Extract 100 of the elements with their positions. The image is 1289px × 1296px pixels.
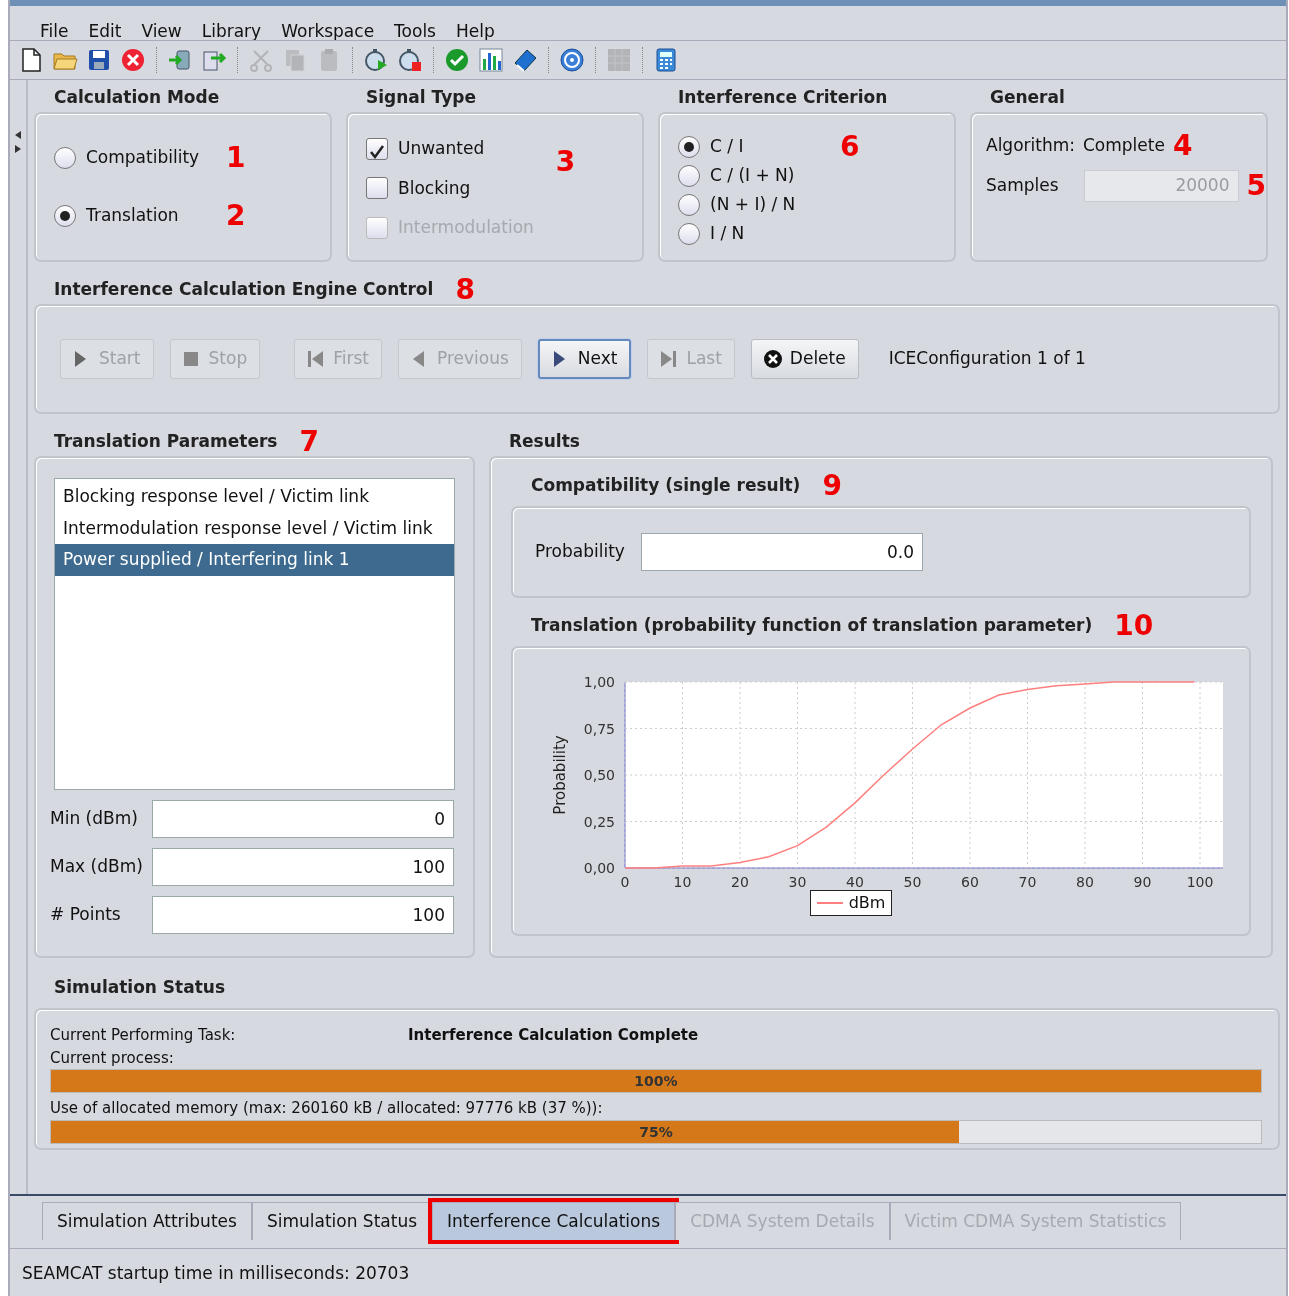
field-label: Max (dBm): [50, 855, 144, 879]
group-title: Signal Type: [366, 86, 476, 110]
engine-button[interactable]: Next: [537, 339, 632, 379]
skip-forward-icon: [660, 350, 679, 368]
option-label: Unwanted: [398, 137, 485, 160]
field-label: Min (dBm): [50, 807, 139, 831]
stopwatch-play-icon[interactable]: [363, 47, 389, 73]
axis-tick-label: 90: [1133, 874, 1152, 890]
axis-tick-label: 30: [788, 874, 807, 890]
stop-icon: [182, 350, 201, 368]
progress-text: 100%: [633, 1072, 679, 1091]
axis-tick-label: 80: [1076, 874, 1094, 890]
group-title: Translation (probability function of translation parameter): [531, 614, 1093, 638]
status-label: Current Performing Task:: [50, 1025, 237, 1046]
legend-line-icon: [816, 902, 843, 904]
close-icon[interactable]: [120, 47, 146, 73]
status-label: Current process:: [50, 1047, 175, 1069]
group-title: Results: [509, 430, 580, 454]
menu-item[interactable]: Workspace: [273, 20, 383, 40]
calculator-icon[interactable]: [653, 47, 679, 73]
status-value: Interference Calculation Complete: [408, 1025, 699, 1046]
axis-tick-label: 100: [1186, 874, 1214, 890]
option-label: Compatibility: [86, 146, 201, 170]
probability-field: 0.0: [641, 533, 923, 571]
field-label: Samples: [986, 174, 1060, 197]
checkbox[interactable]: [366, 177, 388, 200]
field-label: Algorithm:: [986, 134, 1075, 158]
algorithm-value: Complete: [1083, 134, 1165, 158]
radio-button[interactable]: [678, 165, 700, 187]
input-field[interactable]: 100: [152, 896, 454, 934]
progress-text: 75%: [638, 1122, 674, 1142]
group-title: Interference Criterion: [678, 86, 888, 110]
annotation-number: 2: [226, 202, 246, 230]
list-item[interactable]: Blocking response level / Victim link: [55, 481, 454, 513]
annotation-number: 4: [1172, 132, 1193, 160]
list-item[interactable]: Intermodulation response level / Victim link: [55, 512, 454, 544]
axis-tick-label: 0,50: [583, 767, 615, 783]
axis-tick-label: 60: [961, 874, 979, 890]
menu-item[interactable]: Library: [193, 20, 270, 40]
option-label: C / I: [710, 135, 745, 159]
axis-tick-label: 0,25: [583, 813, 615, 830]
menu-item[interactable]: Edit: [80, 20, 130, 40]
status-label: Use of allocated memory (max: 260160 kB / allocated: 97776 kB (37 %)):: [50, 1098, 604, 1119]
checkmark-icon[interactable]: [444, 47, 470, 73]
axis-tick-label: 70: [1018, 874, 1037, 890]
field-label: # Points: [50, 903, 122, 927]
help-icon[interactable]: [559, 47, 585, 73]
axis-title: Probability: [551, 735, 569, 815]
skip-back-icon: [307, 350, 326, 368]
tab[interactable]: Simulation Attributes: [42, 1202, 252, 1240]
annotation-number: 1: [226, 144, 246, 172]
axis-tick-label: 50: [903, 874, 922, 890]
annotation-number: 6: [840, 133, 860, 161]
checkbox[interactable]: [366, 137, 388, 160]
group-title: Interference Calculation Engine Control: [54, 278, 434, 302]
bar-chart-icon[interactable]: [478, 47, 504, 73]
annotation-number: 7: [299, 428, 319, 456]
option-label: Translation: [86, 204, 180, 228]
radio-button[interactable]: [678, 223, 700, 245]
collapse-left-icon[interactable]: [14, 130, 22, 140]
field-label: Probability: [535, 540, 626, 564]
axis-tick-label: 0,00: [583, 860, 615, 876]
save-icon[interactable]: [86, 47, 112, 73]
option-label: Blocking: [398, 176, 471, 200]
radio-button[interactable]: [54, 147, 76, 169]
menu-item[interactable]: Tools: [386, 20, 444, 40]
axis-tick-label: 20: [731, 874, 749, 890]
stopwatch-stop-icon[interactable]: [397, 47, 423, 73]
annotation-number: 9: [822, 472, 842, 500]
axis-tick-label: 1,00: [583, 674, 615, 690]
delete-icon: [763, 350, 782, 368]
import-icon[interactable]: [167, 47, 193, 73]
radio-button[interactable]: [678, 136, 700, 158]
engine-button[interactable]: Delete: [750, 339, 859, 379]
axis-tick-label: 10: [673, 874, 692, 890]
axis-tick-label: 0: [620, 874, 630, 890]
radio-button[interactable]: [678, 194, 700, 216]
book-icon[interactable]: [512, 47, 538, 73]
axis-tick-label: 40: [846, 874, 864, 890]
list-item[interactable]: Power supplied / Interfering link 1: [55, 544, 454, 576]
legend-label: dBm: [848, 892, 886, 914]
option-label: C / (I + N): [710, 164, 796, 188]
annotation-number: 3: [555, 148, 576, 180]
annotation-number: 5: [1246, 171, 1266, 200]
radio-button[interactable]: [54, 205, 76, 227]
group-title: Compatibility (single result): [531, 474, 801, 498]
group-title: Simulation Status: [54, 976, 226, 1000]
group-title: General: [990, 86, 1065, 110]
annotation-number: 10: [1114, 612, 1154, 640]
option-label: (N + I) / N: [710, 193, 797, 217]
menu-item[interactable]: View: [133, 20, 190, 40]
option-label: I / N: [710, 222, 746, 246]
annotation-number: 8: [455, 276, 475, 304]
configuration-label: ICEConfiguration 1 of 1: [888, 347, 1086, 371]
axis-tick-label: 0,75: [583, 720, 615, 737]
menu-item[interactable]: File: [32, 20, 77, 40]
menu-item[interactable]: Help: [448, 20, 503, 40]
input-field[interactable]: 100: [152, 848, 454, 886]
input-field[interactable]: 0: [152, 800, 454, 838]
expand-right-icon[interactable]: [14, 144, 22, 154]
